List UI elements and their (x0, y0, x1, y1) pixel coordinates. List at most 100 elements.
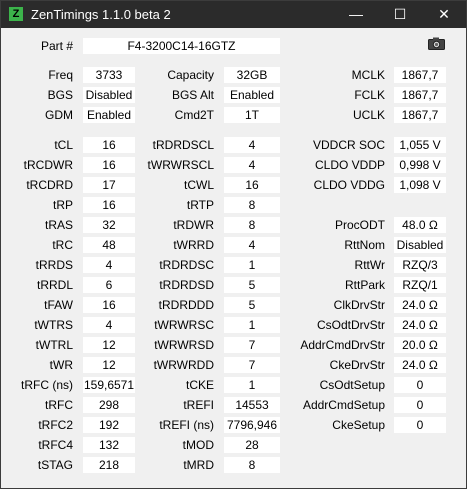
cldo-vddp-label: CLDO VDDP (314, 158, 385, 172)
trrdl-value: 6 (83, 277, 135, 293)
zentimings-window: Z ZenTimings 1.1.0 beta 2 — ☐ ✕ Part # F… (0, 0, 467, 489)
title-bar: Z ZenTimings 1.1.0 beta 2 — ☐ ✕ (1, 1, 466, 28)
twrwrsc-value: 1 (224, 317, 280, 333)
tras-label: tRAS (44, 218, 73, 232)
cmd2t-label: Cmd2T (174, 108, 214, 122)
maximize-button[interactable]: ☐ (378, 1, 422, 28)
twtrs-label: tWTRS (34, 318, 73, 332)
trefi-value: 14553 (224, 397, 280, 413)
twr-value: 12 (83, 357, 135, 373)
trp-value: 16 (83, 197, 135, 213)
trefi-ns-value: 7796,946 (224, 417, 280, 433)
trfc-value: 298 (83, 397, 135, 413)
trdrdsc-value: 1 (224, 257, 280, 273)
tcke-label: tCKE (185, 378, 214, 392)
rttpark-label: RttPark (344, 278, 385, 292)
twrrd-value: 4 (224, 237, 280, 253)
trfc4-value: 132 (83, 437, 135, 453)
rttpark-value: RZQ/1 (394, 277, 446, 293)
trc-value: 48 (83, 237, 135, 253)
twrwrdd-label: tWRWRDD (153, 358, 214, 372)
bgs-alt-value: Enabled (224, 87, 280, 103)
gdm-value: Enabled (83, 107, 135, 123)
mclk-value: 1867,7 (394, 67, 446, 83)
trdwr-label: tRDWR (173, 218, 214, 232)
tmrd-label: tMRD (183, 458, 214, 472)
addrcmddrvstr-label: AddrCmdDrvStr (300, 338, 385, 352)
addrcmdsetup-value: 0 (394, 397, 446, 413)
tcwl-value: 16 (224, 177, 280, 193)
bgs-alt-label: BGS Alt (171, 88, 214, 102)
trdwr-value: 8 (224, 217, 280, 233)
capacity-value: 32GB (224, 67, 280, 83)
trp-label: tRP (52, 198, 73, 212)
fclk-value: 1867,7 (394, 87, 446, 103)
tcwl-label: tCWL (184, 178, 214, 192)
twrwrsd-value: 7 (224, 337, 280, 353)
trdrdsd-label: tRDRDSD (159, 278, 214, 292)
part-number-label: Part # (40, 39, 73, 53)
bgs-value: Disabled (83, 87, 135, 103)
trfc-ns-label: tRFC (ns) (21, 378, 73, 392)
trcdwr-value: 16 (83, 157, 135, 173)
trfc2-label: tRFC2 (38, 418, 73, 432)
addrcmddrvstr-value: 20.0 Ω (394, 337, 446, 353)
twrrd-label: tWRRD (173, 238, 214, 252)
tmod-label: tMOD (182, 438, 214, 452)
csodtsetup-label: CsOdtSetup (319, 378, 385, 392)
trdrddd-value: 5 (224, 297, 280, 313)
cldo-vddg-value: 1,098 V (394, 177, 446, 193)
tstag-value: 218 (83, 457, 135, 473)
part-number-value: F4-3200C14-16GTZ (83, 38, 280, 54)
trrdl-label: tRRDL (36, 278, 73, 292)
twrwrsd-label: tWRWRSD (154, 338, 214, 352)
close-button[interactable]: ✕ (422, 1, 466, 28)
bgs-label: BGS (47, 88, 73, 102)
csodtdrvstr-label: CsOdtDrvStr (316, 318, 385, 332)
trcdrd-value: 17 (83, 177, 135, 193)
clkdrvstr-value: 24.0 Ω (394, 297, 446, 313)
twrwrsc-label: tWRWRSC (154, 318, 214, 332)
twrwrscl-label: tWRWRSCL (147, 158, 214, 172)
tmrd-value: 8 (224, 457, 280, 473)
trfc2-value: 192 (83, 417, 135, 433)
twtrl-value: 12 (83, 337, 135, 353)
ckedrvstr-label: CkeDrvStr (329, 358, 385, 372)
tfaw-value: 16 (83, 297, 135, 313)
trcdwr-label: tRCDWR (23, 158, 73, 172)
rttnom-label: RttNom (344, 238, 385, 252)
capacity-label: Capacity (167, 68, 214, 82)
trrds-label: tRRDS (35, 258, 73, 272)
tfaw-label: tFAW (44, 298, 73, 312)
twtrl-label: tWTRL (35, 338, 73, 352)
trcdrd-label: tRCDRD (26, 178, 73, 192)
ckedrvstr-value: 24.0 Ω (394, 357, 446, 373)
trefi-label: tREFI (183, 398, 214, 412)
ckesetup-value: 0 (394, 417, 446, 433)
app-icon: Z (9, 7, 23, 21)
tmod-value: 28 (224, 437, 280, 453)
rttnom-value: Disabled (394, 237, 446, 253)
tcke-value: 1 (224, 377, 280, 393)
minimize-button[interactable]: — (334, 1, 378, 28)
twrwrdd-value: 7 (224, 357, 280, 373)
twtrs-value: 4 (83, 317, 135, 333)
twrwrscl-value: 4 (224, 157, 280, 173)
tcl-label: tCL (54, 138, 73, 152)
addrcmdsetup-label: AddrCmdSetup (302, 398, 385, 412)
trdrdsd-value: 5 (224, 277, 280, 293)
ckesetup-label: CkeSetup (332, 418, 385, 432)
trfc4-label: tRFC4 (38, 438, 73, 452)
csodtsetup-value: 0 (394, 377, 446, 393)
cldo-vddp-value: 0,998 V (394, 157, 446, 173)
rttwr-value: RZQ/3 (394, 257, 446, 273)
trdrdscl-value: 4 (224, 137, 280, 153)
camera-icon[interactable] (428, 37, 445, 50)
tras-value: 32 (83, 217, 135, 233)
csodtdrvstr-value: 24.0 Ω (394, 317, 446, 333)
trdrdsc-label: tRDRDSC (159, 258, 214, 272)
trtp-value: 8 (224, 197, 280, 213)
trfc-label: tRFC (45, 398, 73, 412)
uclk-label: UCLK (352, 108, 385, 122)
trrds-value: 4 (83, 257, 135, 273)
